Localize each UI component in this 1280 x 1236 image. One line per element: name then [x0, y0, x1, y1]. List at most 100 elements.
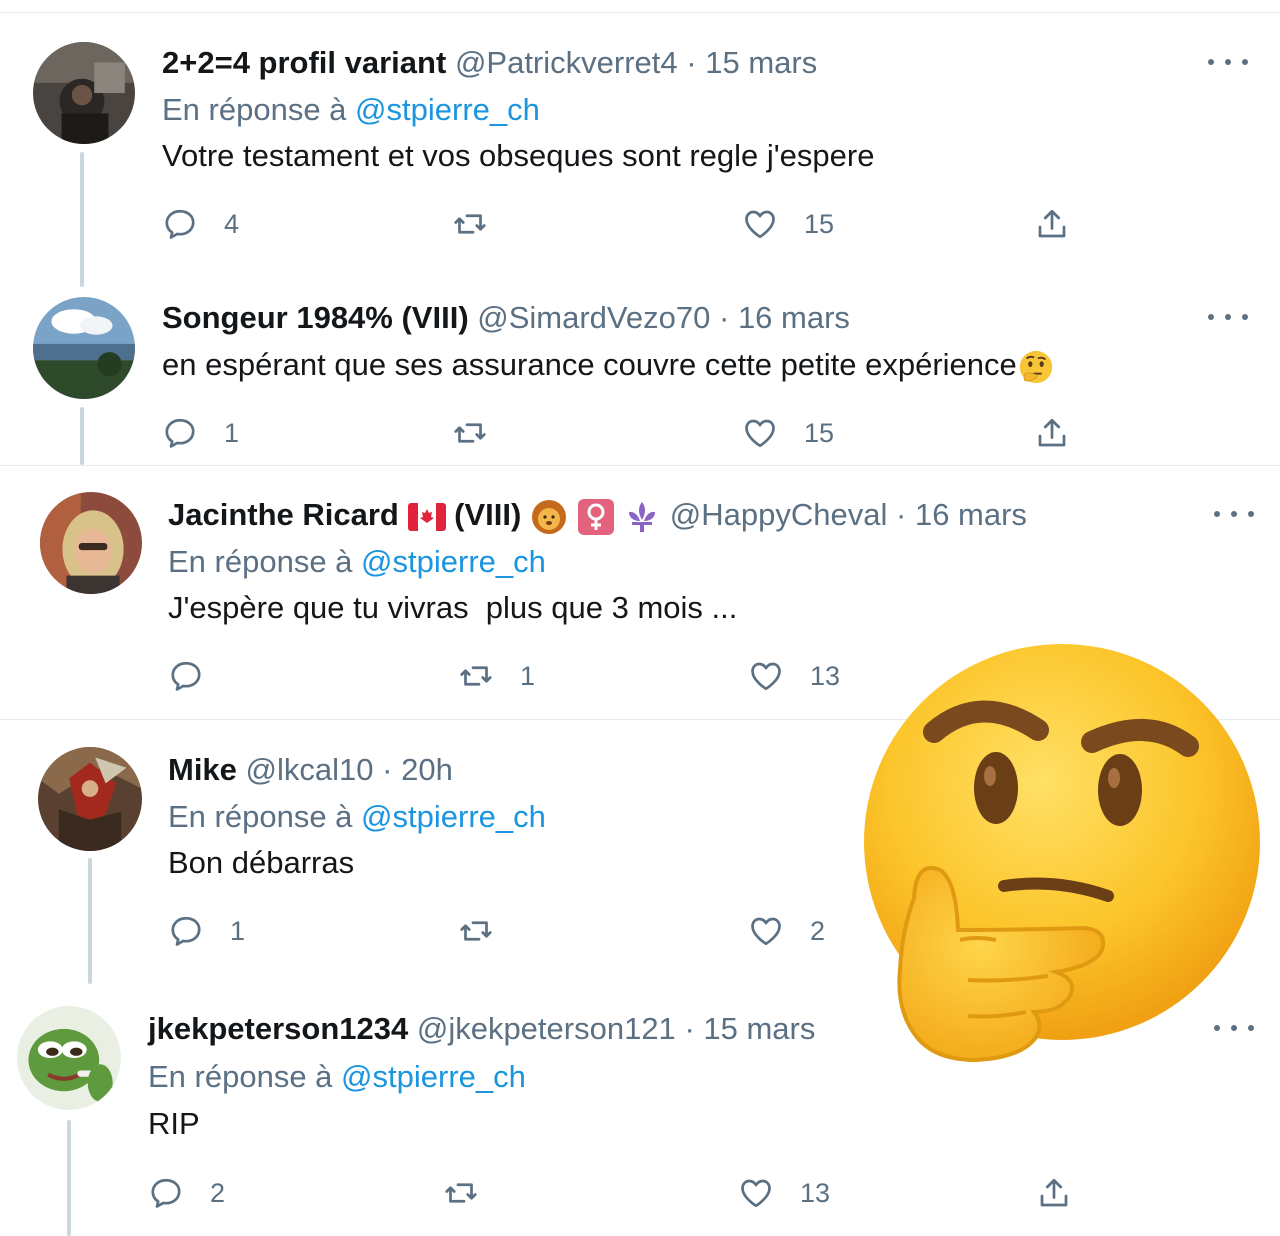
share-button[interactable]	[1034, 204, 1070, 244]
share-icon	[1038, 209, 1066, 238]
tweet-header: Mike @lkcal10 · 20h	[168, 751, 453, 789]
reply-context: En réponse à @stpierre_ch	[162, 91, 540, 129]
separator: ·	[684, 1011, 695, 1046]
heart-icon	[751, 917, 781, 946]
avatar[interactable]	[17, 1006, 121, 1110]
tweet-text: J'espère que tu vivras plus que 3 mois .…	[168, 590, 738, 625]
like-button[interactable]: 15	[742, 413, 834, 453]
tweet-text: Bon débarras	[168, 845, 355, 880]
display-name[interactable]: Mike	[168, 752, 237, 787]
retweet-icon	[454, 214, 486, 234]
tweet-header: jkekpeterson1234 @jkekpeterson121 · 15 m…	[148, 1010, 815, 1048]
tweet-header: Jacinthe Ricard (VIII) @HappyCheval · 16…	[168, 496, 1027, 536]
tweet-header: 2+2=4 profil variant @Patrickverret4 · 1…	[162, 44, 817, 82]
reply-button[interactable]	[168, 656, 230, 696]
handle[interactable]: @jkekpeterson121	[417, 1011, 676, 1046]
retweet-icon	[445, 1183, 477, 1203]
thinking-face-icon	[1019, 350, 1052, 383]
handle[interactable]: @SimardVezo70	[477, 300, 710, 335]
like-count: 2	[810, 915, 826, 946]
share-icon	[1040, 1178, 1068, 1207]
separator: ·	[718, 300, 730, 335]
fleur-de-lis-icon	[629, 501, 656, 532]
retweet-button[interactable]	[443, 1173, 505, 1213]
timestamp[interactable]: 20h	[401, 752, 453, 787]
reply-button[interactable]: 1	[168, 911, 245, 951]
canada-flag-icon	[407, 502, 446, 531]
reply-mention[interactable]: @stpierre_ch	[355, 92, 540, 127]
reply-context: En réponse à @stpierre_ch	[168, 543, 546, 581]
display-name[interactable]: Jacinthe Ricard	[168, 497, 399, 532]
reply-button[interactable]: 2	[148, 1173, 225, 1213]
thread-line	[88, 858, 92, 984]
handle[interactable]: @HappyCheval	[670, 497, 888, 532]
display-name-suffix: (VIII)	[454, 497, 522, 532]
like-count: 13	[800, 1177, 831, 1208]
display-name[interactable]: jkekpeterson1234	[148, 1011, 408, 1046]
thread-line	[80, 407, 84, 465]
reply-prefix: En réponse à	[148, 1059, 333, 1094]
timestamp[interactable]: 15 mars	[705, 45, 817, 80]
retweet-button[interactable]	[458, 911, 520, 951]
separator: ·	[382, 752, 393, 787]
reply-count: 1	[224, 417, 240, 448]
reply-count: 1	[230, 915, 246, 946]
heart-icon	[745, 419, 775, 448]
reply-context: En réponse à @stpierre_ch	[168, 798, 546, 836]
tweet-text: en espérant que ses assurance couvre cet…	[162, 347, 1017, 382]
retweet-button[interactable]	[452, 413, 514, 453]
avatar[interactable]	[33, 42, 135, 144]
timestamp[interactable]: 15 mars	[703, 1011, 815, 1046]
reply-prefix: En réponse à	[168, 544, 353, 579]
female-sign-icon	[577, 498, 614, 535]
handle[interactable]: @lkcal10	[246, 752, 374, 787]
avatar[interactable]	[38, 747, 142, 851]
lion-face-icon	[531, 499, 566, 534]
more-options-icon[interactable]	[1208, 52, 1248, 72]
separator: ·	[896, 497, 907, 532]
more-options-icon[interactable]	[1214, 504, 1254, 524]
like-button[interactable]: 13	[738, 1173, 830, 1213]
tweet-text: Votre testament et vos obseques sont reg…	[162, 138, 875, 173]
separator: ·	[686, 45, 697, 80]
heart-icon	[741, 1179, 771, 1208]
top-divider	[0, 12, 1280, 13]
retweet-icon	[454, 423, 486, 443]
like-count: 13	[810, 660, 841, 691]
like-button[interactable]: 15	[742, 204, 834, 244]
like-count: 15	[804, 208, 835, 239]
heart-icon	[745, 210, 775, 239]
reply-mention[interactable]: @stpierre_ch	[361, 544, 546, 579]
display-name[interactable]: Songeur 1984% (VIII)	[162, 300, 469, 335]
share-button[interactable]	[1034, 413, 1070, 453]
tweet-text: RIP	[148, 1106, 200, 1141]
reply-count: 2	[210, 1177, 226, 1208]
avatar[interactable]	[40, 492, 142, 594]
reply-icon	[151, 1178, 181, 1208]
reply-button[interactable]: 1	[162, 413, 239, 453]
reply-mention[interactable]: @stpierre_ch	[341, 1059, 526, 1094]
timestamp[interactable]: 16 mars	[738, 300, 850, 335]
reply-context: En réponse à @stpierre_ch	[148, 1058, 526, 1096]
retweet-icon	[460, 666, 492, 686]
tweet-text-container: en espérant que ses assurance couvre cet…	[162, 346, 1055, 386]
like-button[interactable]: 2	[748, 911, 825, 951]
heart-icon	[751, 662, 781, 691]
avatar[interactable]	[33, 297, 135, 399]
reply-prefix: En réponse à	[168, 799, 353, 834]
reply-button[interactable]: 4	[162, 204, 239, 244]
handle[interactable]: @Patrickverret4	[455, 45, 678, 80]
retweet-button[interactable]	[452, 204, 514, 244]
timestamp[interactable]: 16 mars	[915, 497, 1027, 532]
share-button[interactable]	[1036, 1173, 1072, 1213]
like-button[interactable]: 13	[748, 656, 840, 696]
display-name[interactable]: 2+2=4 profil variant	[162, 45, 446, 80]
retweet-button[interactable]: 1	[458, 656, 535, 696]
reply-mention[interactable]: @stpierre_ch	[361, 799, 546, 834]
thinking-face-icon	[864, 644, 1260, 1063]
reply-prefix: En réponse à	[162, 92, 347, 127]
share-icon	[1038, 418, 1066, 447]
thread-line	[67, 1120, 71, 1236]
reply-icon	[165, 418, 195, 448]
more-options-icon[interactable]	[1208, 307, 1248, 327]
